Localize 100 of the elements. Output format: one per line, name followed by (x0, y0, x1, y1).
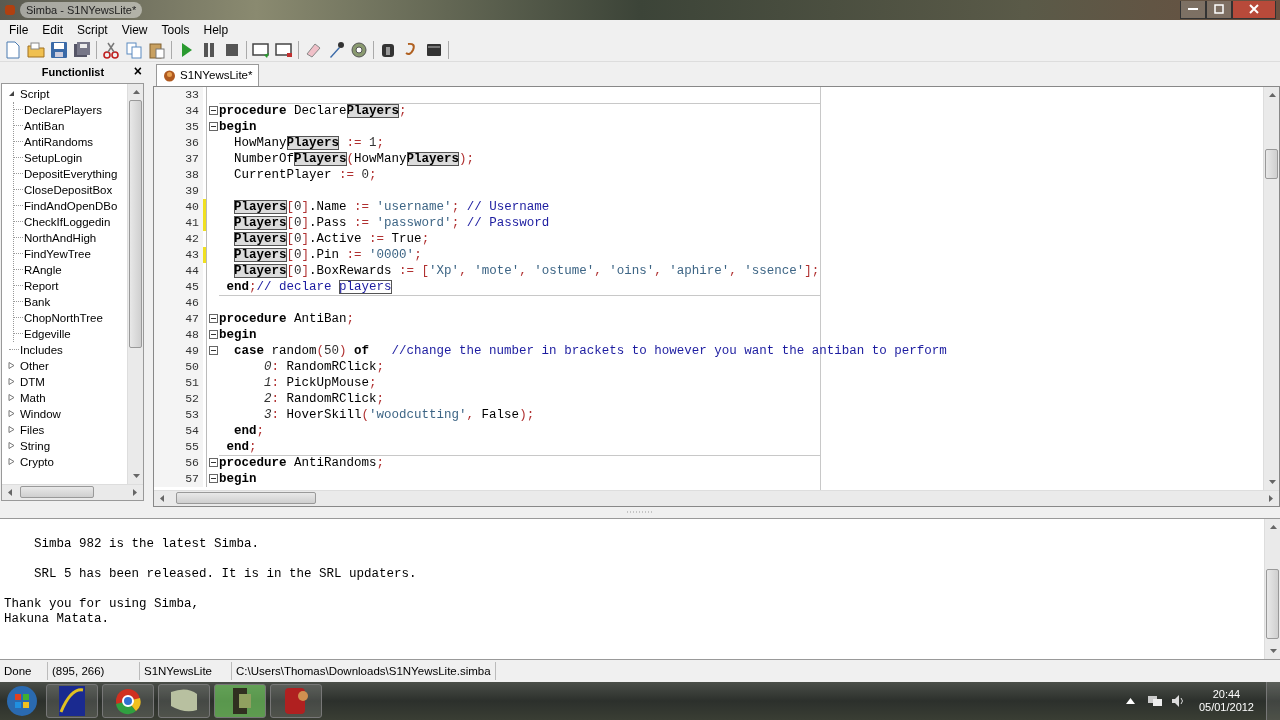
taskbar-app-icon[interactable] (270, 684, 322, 718)
scroll-arrow-icon[interactable] (1269, 649, 1277, 654)
taskbar-app-icon[interactable] (214, 684, 266, 718)
tree-item[interactable]: FindYewTree (23, 245, 91, 262)
figure-icon[interactable] (379, 41, 397, 60)
collapsed-arrow-icon[interactable] (8, 378, 15, 386)
tree-item[interactable]: Files (19, 421, 45, 438)
clock-time[interactable]: 20:44 (1198, 688, 1254, 701)
splitter-grip-icon[interactable] (627, 511, 653, 514)
tree-item[interactable]: Includes (19, 341, 63, 358)
menu-item[interactable]: View (114, 20, 155, 39)
paste-icon[interactable] (148, 41, 166, 60)
vertical-scrollbar[interactable] (127, 83, 143, 484)
tree-item[interactable]: DeclarePlayers (23, 101, 102, 118)
menu-item[interactable]: Help (196, 20, 236, 39)
scroll-arrow-icon[interactable] (1269, 494, 1273, 502)
tree-item[interactable]: Bank (23, 293, 51, 310)
code-line: Players[0].BoxRewards := ['Xp', 'mote', 'ostume', 'oins', 'aphire', 'ssence']; (233, 262, 820, 279)
browser-icon[interactable] (102, 684, 154, 718)
scroll-thumb[interactable] (1266, 569, 1279, 640)
collapsed-arrow-icon[interactable] (8, 394, 15, 402)
clock-date[interactable]: 05/01/2012 (1198, 701, 1254, 714)
tree-item[interactable]: DTM (19, 373, 45, 390)
save-icon[interactable] (50, 41, 68, 60)
tree-item[interactable]: Crypto (19, 453, 54, 470)
tree-item[interactable]: NorthAndHigh (23, 229, 97, 246)
tree-item[interactable]: Report (23, 277, 59, 294)
collapsed-arrow-icon[interactable] (8, 362, 15, 370)
collapse-icon[interactable] (208, 330, 218, 340)
menu-item[interactable]: Script (70, 20, 115, 39)
scroll-thumb[interactable] (20, 486, 94, 498)
taskbar-app-icon[interactable] (158, 684, 210, 718)
tree-item[interactable]: AntiBan (23, 117, 65, 134)
collapsed-arrow-icon[interactable] (8, 442, 15, 450)
collapse-icon[interactable] (208, 314, 218, 324)
collapse-icon[interactable] (208, 474, 218, 484)
network-icon[interactable] (1146, 694, 1163, 708)
taskbar-app-icon[interactable] (46, 684, 98, 718)
close-panel-button[interactable]: × (131, 62, 144, 79)
horizontal-scrollbar[interactable] (2, 483, 143, 500)
scroll-arrow-icon[interactable] (160, 494, 164, 502)
menu-item[interactable]: File (2, 20, 36, 39)
color-picker-icon[interactable] (327, 41, 345, 60)
tree-item[interactable]: Script (19, 85, 50, 102)
tree-item[interactable]: FindAndOpenDBo (23, 197, 118, 214)
copy-icon[interactable] (125, 41, 143, 60)
tree-item[interactable]: SetupLogin (23, 149, 83, 166)
window-icon[interactable] (275, 41, 293, 60)
tree-item[interactable]: CloseDepositBox (23, 181, 113, 198)
maximize-icon[interactable] (1214, 4, 1224, 15)
code-line: begin (219, 326, 258, 343)
tree-item[interactable]: DepositEverything (23, 165, 118, 182)
scroll-arrow-icon[interactable] (8, 488, 12, 496)
tree-item[interactable]: Edgeville (23, 325, 71, 342)
tree-item[interactable]: Other (19, 357, 49, 374)
scroll-arrow-icon[interactable] (1269, 525, 1277, 530)
code-line: begin (219, 118, 258, 135)
menu-item[interactable]: Edit (35, 20, 71, 39)
tree-item[interactable]: Window (19, 405, 61, 422)
save-all-icon[interactable] (73, 41, 91, 60)
scroll-thumb[interactable] (1265, 148, 1278, 179)
vertical-scrollbar[interactable] (1263, 86, 1279, 490)
target-icon[interactable] (350, 41, 368, 60)
tree-item[interactable]: Math (19, 389, 46, 406)
tree-item[interactable]: RAngle (23, 261, 62, 278)
scroll-arrow-icon[interactable] (1268, 479, 1276, 484)
expanded-arrow-icon[interactable] (8, 90, 15, 98)
tree-item[interactable]: ChopNorthTree (23, 309, 103, 326)
collapsed-arrow-icon[interactable] (8, 426, 15, 434)
editor-tab[interactable]: S1NYewsLite* (156, 63, 260, 86)
close-icon[interactable] (1249, 4, 1259, 15)
collapse-icon[interactable] (208, 458, 218, 468)
collapse-icon[interactable] (208, 346, 218, 356)
horizontal-scrollbar[interactable] (154, 489, 1279, 506)
scroll-arrow-icon[interactable] (132, 89, 140, 94)
status-text: (895, 266) (48, 662, 140, 681)
menu-item[interactable]: Tools (154, 20, 197, 39)
tree-item[interactable]: String (19, 437, 51, 454)
eraser-icon[interactable] (304, 41, 322, 60)
code-line: 2: RandomRClick; (263, 390, 386, 407)
collapsed-arrow-icon[interactable] (8, 410, 15, 418)
cut-icon[interactable] (102, 41, 120, 60)
tree-item[interactable]: CheckIfLoggedin (23, 213, 111, 230)
tree-item[interactable]: AntiRandoms (23, 133, 94, 150)
scroll-arrow-icon[interactable] (132, 473, 140, 478)
scroll-thumb[interactable] (176, 492, 316, 504)
collapse-icon[interactable] (208, 106, 218, 116)
collapsed-arrow-icon[interactable] (8, 458, 15, 466)
scroll-arrow-icon[interactable] (133, 488, 137, 496)
vertical-scrollbar[interactable] (1264, 519, 1280, 660)
window-icon[interactable] (252, 41, 270, 60)
collapse-icon[interactable] (208, 122, 218, 132)
scroll-arrow-icon[interactable] (1268, 92, 1276, 97)
code-line: CurrentPlayer := 0; (233, 166, 378, 183)
output-line: Thank you for using Simba, (4, 597, 201, 613)
open-folder-icon[interactable] (27, 41, 45, 60)
file-icon (163, 68, 176, 82)
status-text: Done (0, 662, 48, 681)
tray-up-arrow-icon[interactable] (1125, 698, 1135, 704)
scroll-thumb[interactable] (129, 99, 142, 348)
